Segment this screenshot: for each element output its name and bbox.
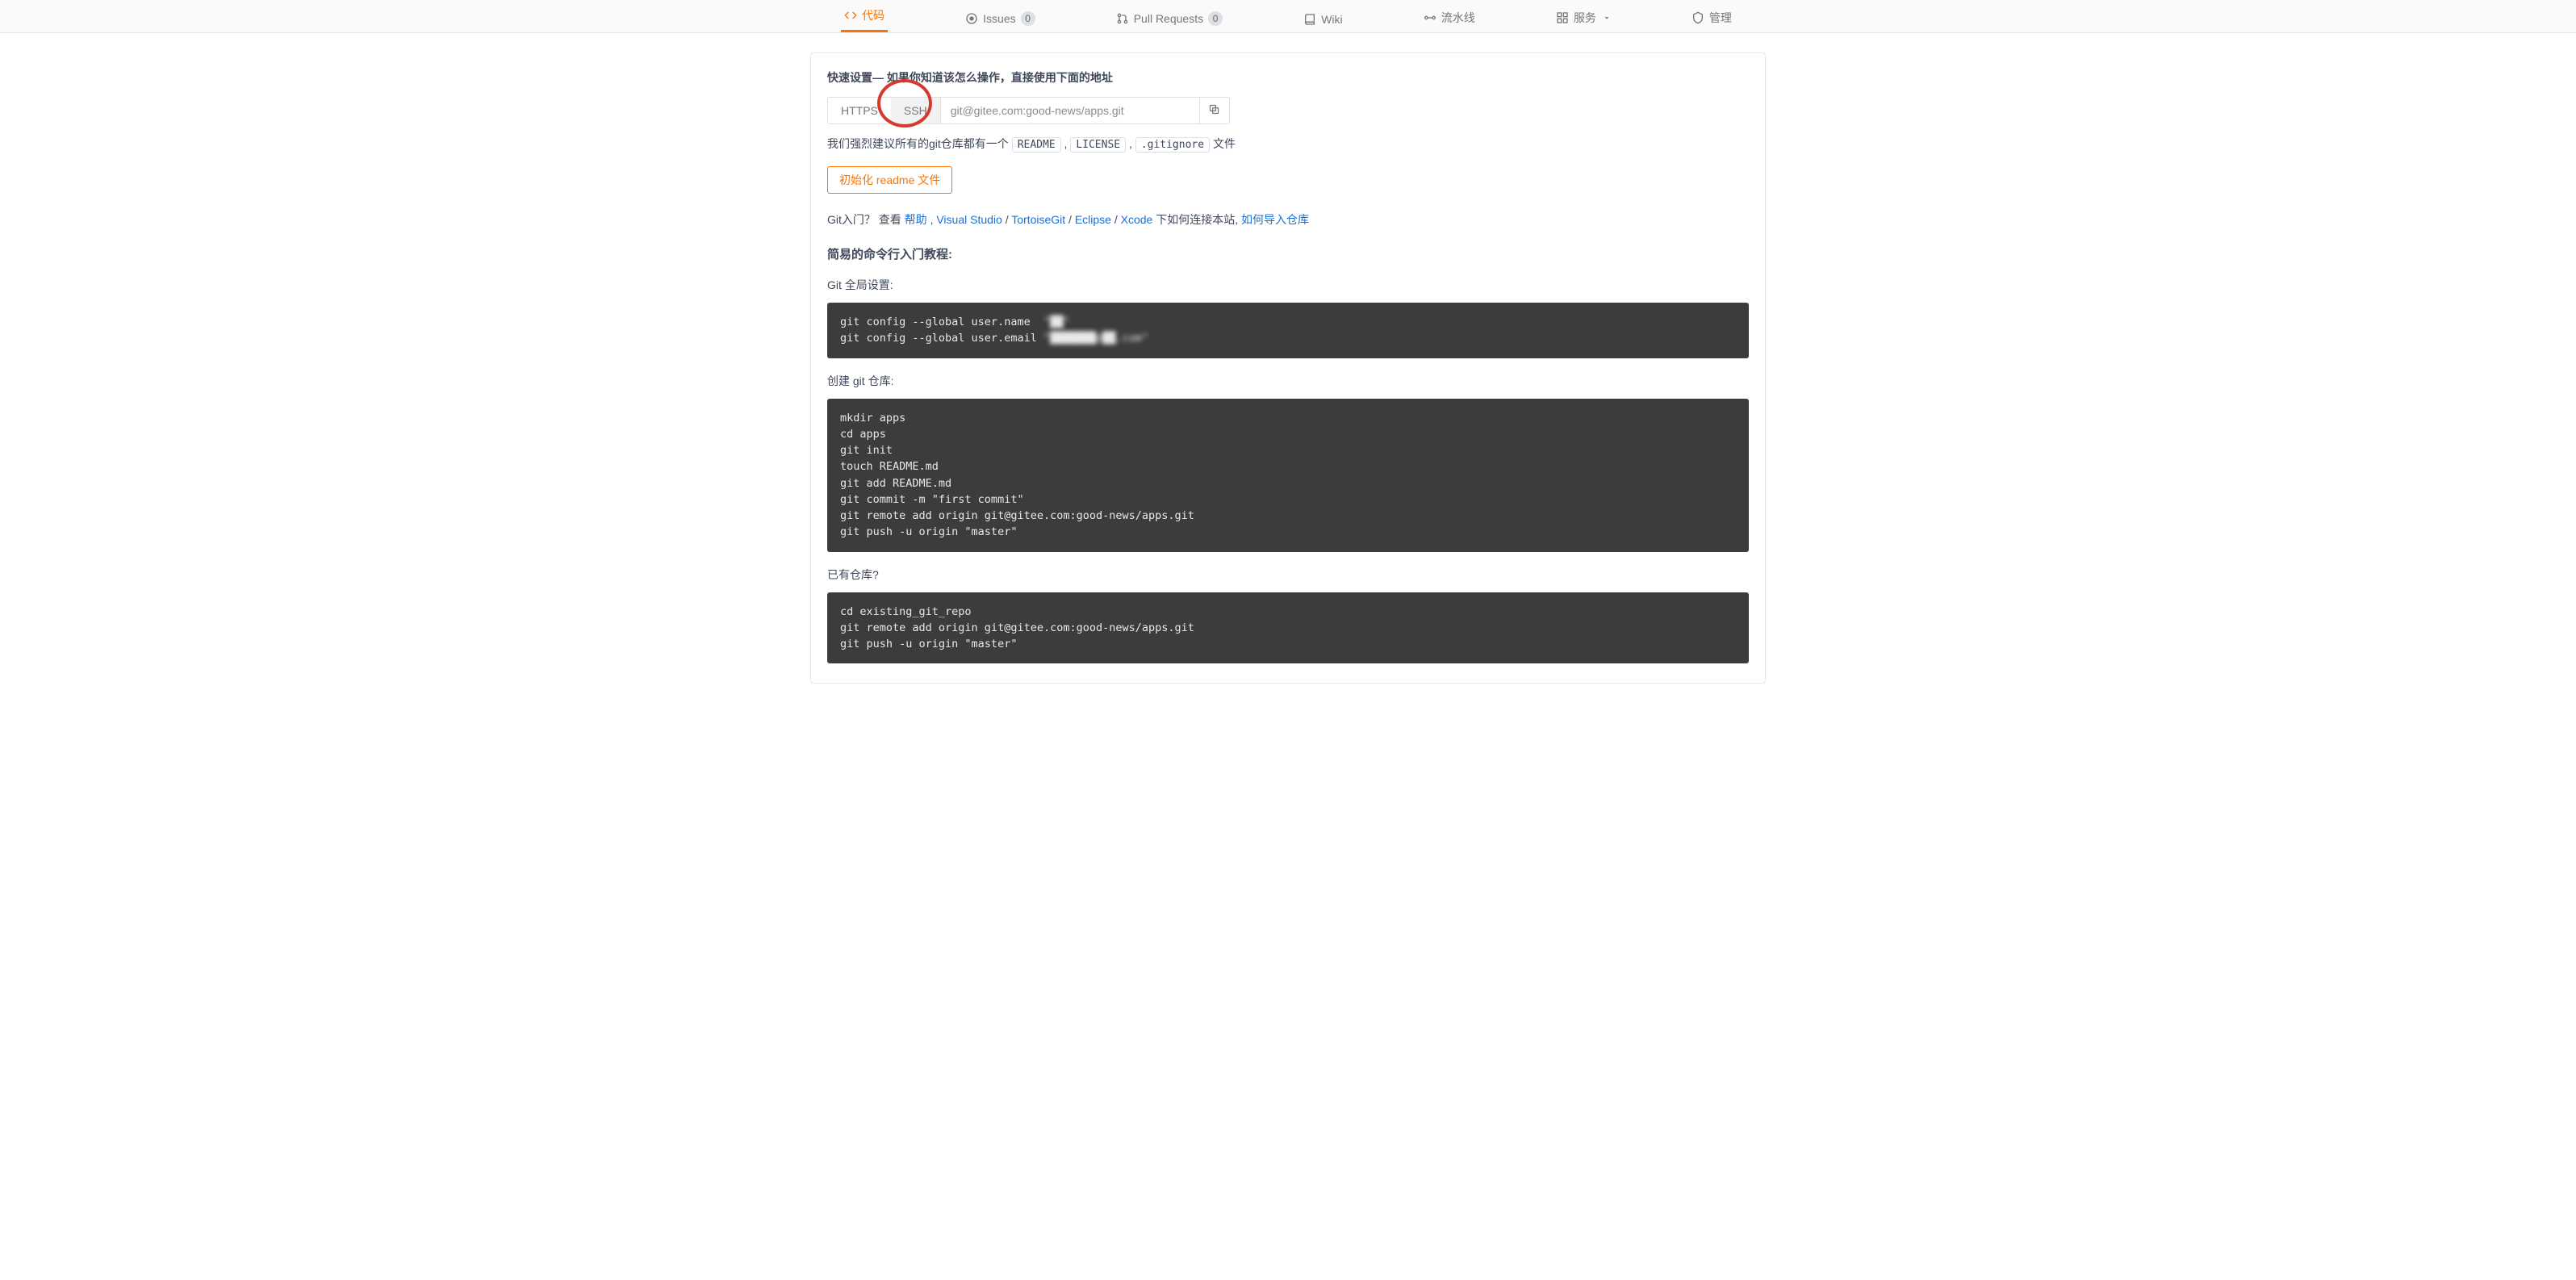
chevron-down-icon xyxy=(1603,14,1611,22)
tab-pull-requests[interactable]: Pull Requests 0 xyxy=(1113,11,1226,32)
license-tag: LICENSE xyxy=(1070,137,1126,153)
tab-label: 管理 xyxy=(1709,10,1732,26)
create-repo-title: 创建 git 仓库: xyxy=(827,373,1749,389)
tab-code[interactable]: 代码 xyxy=(841,7,888,32)
text-fragment: / xyxy=(1068,213,1075,226)
text-fragment: / xyxy=(1114,213,1121,226)
global-settings-code: git config --global user.name "██" git c… xyxy=(827,303,1749,358)
xcode-link[interactable]: Xcode xyxy=(1121,213,1153,226)
tab-manage[interactable]: 管理 xyxy=(1688,10,1735,32)
tutorial-title: 简易的命令行入门教程: xyxy=(827,245,1749,262)
issues-count-badge: 0 xyxy=(1021,11,1035,26)
import-repo-link[interactable]: 如何导入仓库 xyxy=(1241,213,1309,226)
pipeline-icon xyxy=(1424,11,1436,24)
tab-wiki[interactable]: Wiki xyxy=(1300,13,1345,32)
quick-setup-title: 快速设置— 如果你知道该怎么操作，直接使用下面的地址 xyxy=(827,69,1749,86)
top-nav-bar: 代码 Issues 0 Pull Requests 0 Wiki xyxy=(0,0,2576,33)
pr-count-badge: 0 xyxy=(1208,11,1223,26)
help-link[interactable]: 帮助 xyxy=(905,213,927,226)
create-repo-code: mkdir apps cd apps git init touch README… xyxy=(827,399,1749,552)
text-fragment: , xyxy=(1129,137,1135,150)
tab-label: Pull Requests xyxy=(1134,12,1203,25)
tab-label: 流水线 xyxy=(1441,10,1475,26)
code-fragment: git config --global user.email xyxy=(840,332,1043,345)
ssh-button[interactable]: SSH xyxy=(891,98,940,123)
init-readme-button[interactable]: 初始化 readme 文件 xyxy=(827,166,952,194)
tab-label: 服务 xyxy=(1574,10,1596,26)
recommend-text: 我们强烈建议所有的git仓库都有一个 README , LICENSE , .g… xyxy=(827,136,1749,152)
clone-url-row: HTTPS SSH xyxy=(827,97,1749,124)
grid-icon xyxy=(1556,11,1569,24)
record-icon xyxy=(965,12,978,25)
git-intro-line: Git入门？ 查看 帮助 , Visual Studio / TortoiseG… xyxy=(827,211,1749,228)
redacted-email: "███████@██.com" xyxy=(1043,332,1148,345)
shield-icon xyxy=(1692,11,1704,24)
tab-label: 代码 xyxy=(862,7,884,23)
copy-icon xyxy=(1208,103,1220,118)
readme-tag: README xyxy=(1012,137,1061,153)
text-fragment: Git入门？ 查看 xyxy=(827,213,905,226)
redacted-name: "██" xyxy=(1043,316,1070,328)
copy-url-button[interactable] xyxy=(1199,97,1230,124)
eclipse-link[interactable]: Eclipse xyxy=(1075,213,1111,226)
quick-setup-panel: 快速设置— 如果你知道该怎么操作，直接使用下面的地址 HTTPS SSH 我们强… xyxy=(810,52,1766,684)
tab-label: Issues xyxy=(983,12,1015,25)
visual-studio-link[interactable]: Visual Studio xyxy=(936,213,1002,226)
code-fragment: git config --global user.name xyxy=(840,316,1043,328)
existing-repo-title: 已有仓库? xyxy=(827,567,1749,583)
clone-url-input[interactable] xyxy=(941,97,1199,124)
https-button[interactable]: HTTPS xyxy=(828,98,891,123)
code-icon xyxy=(844,9,857,22)
text-fragment: 我们强烈建议所有的git仓库都有一个 xyxy=(827,137,1012,150)
tab-services[interactable]: 服务 xyxy=(1553,10,1614,32)
text-fragment: 文件 xyxy=(1213,137,1236,150)
text-fragment: 下如何连接本站, xyxy=(1156,213,1241,226)
book-icon xyxy=(1303,13,1316,26)
gitignore-tag: .gitignore xyxy=(1135,137,1210,153)
tab-issues[interactable]: Issues 0 xyxy=(962,11,1038,32)
pull-request-icon xyxy=(1116,12,1129,25)
tab-pipeline[interactable]: 流水线 xyxy=(1420,10,1478,32)
tab-label: Wiki xyxy=(1321,13,1342,26)
existing-repo-code: cd existing_git_repo git remote add orig… xyxy=(827,592,1749,664)
global-settings-title: Git 全局设置: xyxy=(827,277,1749,293)
tortoisegit-link[interactable]: TortoiseGit xyxy=(1011,213,1065,226)
protocol-toggle: HTTPS SSH xyxy=(827,97,941,124)
